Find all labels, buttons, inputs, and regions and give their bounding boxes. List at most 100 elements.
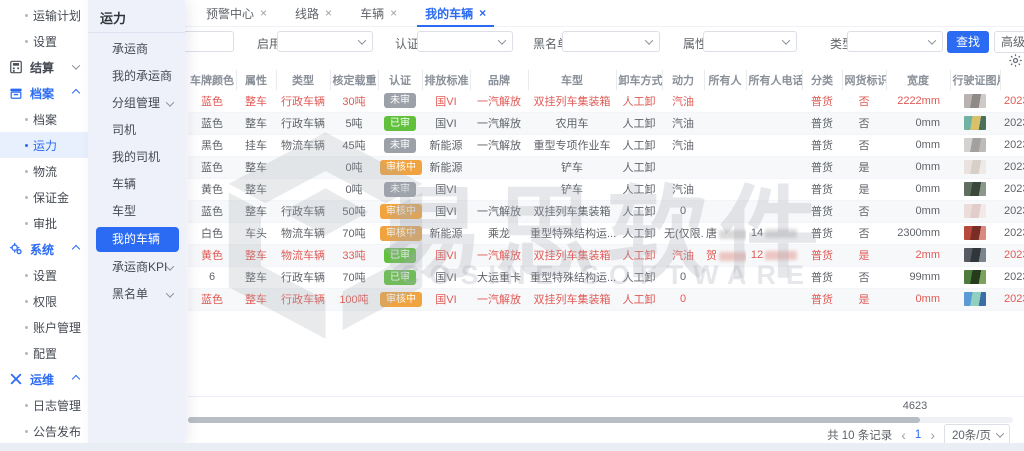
cell-width: 2mm bbox=[886, 244, 950, 266]
table-row[interactable]: 6整车行政车辆70吨已审国VI大运重卡重型特殊结构运...人工卸0普货否99mm… bbox=[188, 266, 1024, 288]
sidebar-item-label: 日志管理 bbox=[33, 397, 81, 414]
close-icon[interactable]: × bbox=[325, 7, 332, 19]
redacted-cell: 唐 bbox=[704, 222, 746, 244]
submenu-item-label: 车型 bbox=[112, 204, 136, 218]
submenu-item-label: 车辆 bbox=[112, 177, 136, 191]
vehicle-table: 车牌颜色属性类型核定载重认证排放标准品牌车型卸车方式动力所有人所有人电话分类网货… bbox=[188, 70, 1024, 314]
close-icon[interactable]: × bbox=[479, 7, 486, 19]
sidebar-section-运维[interactable]: 运维 bbox=[0, 366, 88, 392]
bullet-dot bbox=[25, 300, 28, 303]
license-photo-thumbnail[interactable] bbox=[964, 116, 986, 130]
table-row[interactable]: 蓝色整车行政车辆5吨已审国VI一汽解放农用车人工卸汽油普货否0mm2023- bbox=[188, 112, 1024, 134]
license-photo-thumbnail[interactable] bbox=[964, 94, 986, 108]
sidebar-item-配置[interactable]: 配置 bbox=[0, 340, 88, 366]
sidebar-section-系统[interactable]: 系统 bbox=[0, 236, 88, 262]
table-row[interactable]: 蓝色整车行政车辆30吨未审国VI一汽解放双挂列车集装箱人工卸汽油普货否2222m… bbox=[188, 90, 1024, 112]
sidebar-item-审批[interactable]: 审批 bbox=[0, 210, 88, 236]
submenu-item-我的司机[interactable]: 我的司机 bbox=[88, 144, 185, 171]
table-row[interactable]: 蓝色整车0吨审核中新能源铲车人工卸普货是0mm2023- bbox=[188, 156, 1024, 178]
status-badge: 已审 bbox=[384, 248, 416, 263]
close-icon[interactable]: × bbox=[390, 7, 397, 19]
column-header-属性: 属性 bbox=[236, 70, 276, 90]
submenu-item-承运商KPI[interactable]: 承运商KPI bbox=[88, 254, 185, 281]
license-photo-thumbnail[interactable] bbox=[964, 138, 986, 152]
license-photo-thumbnail[interactable] bbox=[964, 160, 986, 174]
sidebar-item-权限[interactable]: 权限 bbox=[0, 288, 88, 314]
column-header-所有人: 所有人 bbox=[704, 70, 746, 90]
chevron-down-icon bbox=[72, 61, 80, 69]
submenu-item-司机[interactable]: 司机 bbox=[88, 117, 185, 144]
advanced-button[interactable]: 高级 bbox=[994, 31, 1024, 53]
submenu-item-我的承运商[interactable]: 我的承运商 bbox=[88, 63, 185, 90]
cell-date: 2023- bbox=[1000, 288, 1024, 310]
table-settings-gear-icon[interactable] bbox=[1008, 53, 1023, 68]
tab-线路[interactable]: 线路 × bbox=[295, 0, 332, 27]
filter-select-value bbox=[704, 34, 710, 48]
search-button[interactable]: 查找 bbox=[947, 31, 989, 53]
sidebar-section-结算[interactable]: 结算 bbox=[0, 54, 88, 80]
table-row[interactable]: 黄色整车物流车辆33吨已审国VI一汽解放双挂列车集装箱人工卸汽油贺12普货是2m… bbox=[188, 244, 1024, 266]
table-row[interactable]: 白色车头物流车辆70吨审核中新能源乘龙重型特殊结构运...人工卸无(仅限...唐… bbox=[188, 222, 1024, 244]
filter-select-类型[interactable] bbox=[847, 31, 943, 52]
tab-车辆[interactable]: 车辆× bbox=[360, 0, 397, 27]
chevron-down-icon bbox=[928, 36, 936, 44]
record-count-label: 共 10 条记录 bbox=[827, 427, 892, 443]
sidebar-item-日志管理[interactable]: 日志管理 bbox=[0, 392, 88, 418]
current-page-number[interactable]: 1 bbox=[915, 429, 921, 441]
status-badge: 已审 bbox=[384, 270, 416, 285]
sidebar-item-运力[interactable]: 运力 bbox=[0, 132, 88, 158]
table-row[interactable]: 蓝色整车行政车辆50吨审核中国VI一汽解放双挂列车集装箱人工卸0普货否0mm20… bbox=[188, 200, 1024, 222]
prev-page-icon[interactable]: ‹ bbox=[901, 428, 906, 442]
next-page-icon[interactable]: › bbox=[930, 428, 935, 442]
bullet-dot bbox=[25, 144, 28, 147]
sidebar-item-设置[interactable]: 设置 bbox=[0, 28, 88, 54]
bullet-dot bbox=[25, 430, 28, 433]
table-row[interactable]: 黄色整车0吨未审国VI铲车人工卸汽油普货是0mm2023- bbox=[188, 178, 1024, 200]
cell-date: 2023- bbox=[1000, 244, 1024, 266]
submenu-item-分组管理[interactable]: 分组管理 bbox=[88, 90, 185, 117]
tab-label: 线路 bbox=[295, 5, 319, 22]
filter-select-属性[interactable] bbox=[703, 31, 797, 52]
sidebar-item-运输计划[interactable]: 运输计划 bbox=[0, 2, 88, 28]
column-header-车牌颜色: 车牌颜色 bbox=[188, 70, 236, 90]
close-icon[interactable]: × bbox=[260, 7, 267, 19]
blurred-text bbox=[765, 251, 797, 260]
table-row[interactable]: 黑色挂车物流车辆45吨未审新能源一汽解放重型专项作业车人工卸汽油普货否0mm20… bbox=[188, 134, 1024, 156]
cell-width: 99mm bbox=[886, 266, 950, 288]
license-photo-thumbnail[interactable] bbox=[964, 248, 986, 262]
submenu-item-车型[interactable]: 车型 bbox=[88, 198, 185, 225]
submenu-item-label: 承运商KPI bbox=[112, 260, 167, 274]
column-header-行驶证图片: 行驶证图片 bbox=[950, 70, 1000, 90]
filter-select-value bbox=[848, 34, 854, 48]
license-photo-thumbnail[interactable] bbox=[964, 204, 986, 218]
submenu-item-label: 分组管理 bbox=[112, 96, 160, 110]
sidebar-section-档案[interactable]: 档案 bbox=[0, 80, 88, 106]
horizontal-scrollbar-track[interactable] bbox=[188, 417, 1013, 423]
table-row[interactable]: 蓝色整车行政车辆100吨审核中国VI一汽解放双挂列车集装箱人工卸0普货是0mm2… bbox=[188, 288, 1024, 310]
sidebar-item-设置[interactable]: 设置 bbox=[0, 262, 88, 288]
submenu-item-黑名单[interactable]: 黑名单 bbox=[88, 281, 185, 308]
filter-select-认证[interactable] bbox=[417, 31, 513, 52]
submenu-item-承运商[interactable]: 承运商 bbox=[88, 36, 185, 63]
sidebar-item-公告发布[interactable]: 公告发布 bbox=[0, 418, 88, 444]
license-photo-thumbnail[interactable] bbox=[964, 182, 986, 196]
tab-预警中心[interactable]: 预警中心 × bbox=[206, 0, 267, 27]
column-header-分类: 分类 bbox=[802, 70, 842, 90]
submenu-item-车辆[interactable]: 车辆 bbox=[88, 171, 185, 198]
filter-select-启用[interactable] bbox=[277, 31, 373, 52]
filter-select-黑名单[interactable] bbox=[562, 31, 660, 52]
submenu-item-我的车辆[interactable]: 我的车辆 bbox=[96, 227, 179, 252]
license-photo-thumbnail[interactable] bbox=[964, 292, 986, 306]
cell-width: 2300mm bbox=[886, 222, 950, 244]
cell-date: 2023- bbox=[1000, 266, 1024, 288]
horizontal-scrollbar-thumb[interactable] bbox=[188, 417, 920, 423]
sidebar-item-账户管理[interactable]: 账户管理 bbox=[0, 314, 88, 340]
license-photo-thumbnail[interactable] bbox=[964, 226, 986, 240]
sidebar-item-物流[interactable]: 物流 bbox=[0, 158, 88, 184]
sidebar-item-保证金[interactable]: 保证金 bbox=[0, 184, 88, 210]
column-header-动力: 动力 bbox=[662, 70, 704, 90]
tab-label: 预警中心 bbox=[206, 5, 254, 22]
license-photo-thumbnail[interactable] bbox=[964, 270, 986, 284]
sidebar-item-档案[interactable]: 档案 bbox=[0, 106, 88, 132]
tab-我的车辆[interactable]: 我的车辆× bbox=[425, 0, 486, 27]
